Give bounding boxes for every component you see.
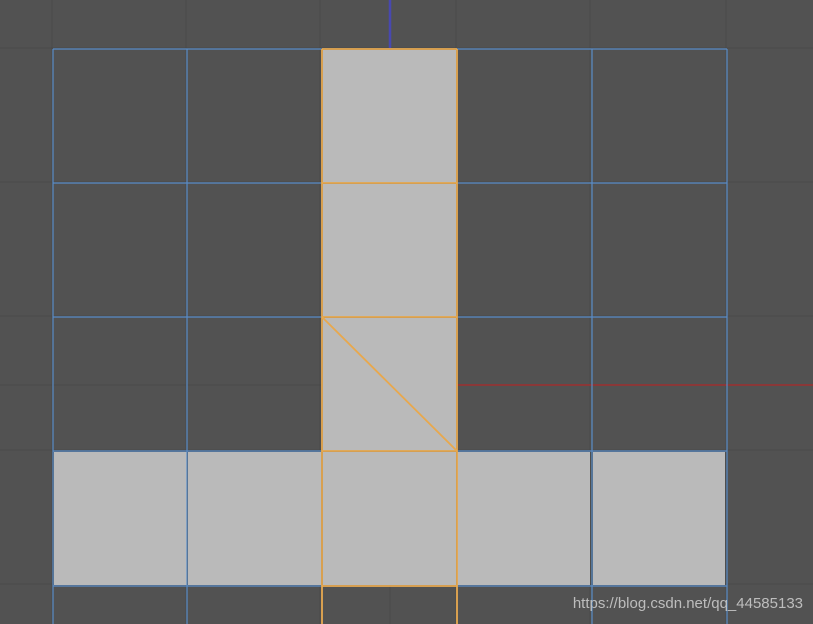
uv-editor-viewport[interactable] bbox=[0, 0, 813, 624]
viewport-canvas bbox=[0, 0, 813, 624]
watermark-text: https://blog.csdn.net/qq_44585133 bbox=[573, 595, 803, 612]
